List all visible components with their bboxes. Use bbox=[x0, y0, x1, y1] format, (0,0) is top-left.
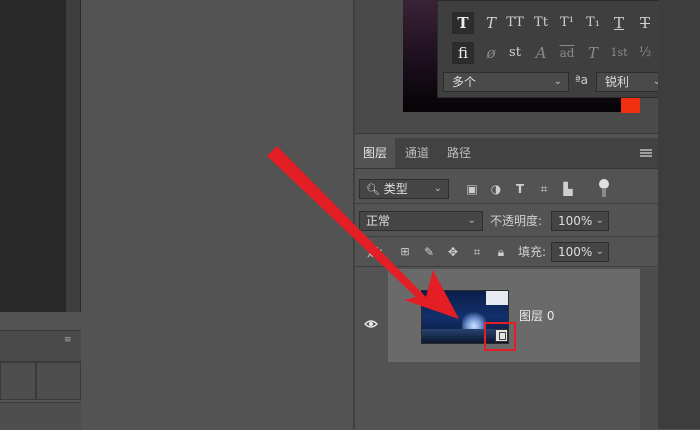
tab-paths[interactable]: 路径 bbox=[439, 138, 479, 168]
left-panel-cells bbox=[0, 362, 81, 402]
lock-transparent-icon[interactable]: ⊞ bbox=[399, 244, 411, 260]
left-panel-header: ≡ bbox=[0, 330, 81, 362]
smart-object-filter-icon[interactable]: ▙ bbox=[561, 181, 575, 197]
left-panel-cell[interactable] bbox=[36, 362, 81, 400]
contextual-alternates-button[interactable]: ø bbox=[480, 42, 502, 64]
superscript-button[interactable]: T¹ bbox=[556, 12, 578, 34]
left-panel-footer bbox=[0, 402, 81, 430]
layer-row[interactable]: 图层 0 bbox=[388, 269, 641, 362]
search-icon: 🔍︎ bbox=[366, 183, 380, 196]
chevron-down-icon: ⌄ bbox=[595, 215, 604, 226]
character-options-popup: T T TT Tt T¹ T₁ T T fi ø st A ad T 1st ½… bbox=[437, 0, 670, 98]
type-filter-icon[interactable]: T bbox=[513, 181, 527, 197]
fractions-button[interactable]: ½ bbox=[634, 42, 656, 64]
fill-label: 填充: bbox=[518, 245, 547, 259]
ordinals-button[interactable]: 1st bbox=[608, 42, 630, 64]
chevron-down-icon: ⌄ bbox=[433, 183, 442, 194]
lock-artboard-icon[interactable]: ⌗ bbox=[470, 244, 484, 260]
lock-label: 定: bbox=[367, 245, 384, 259]
opacity-value: 100% bbox=[558, 214, 593, 228]
right-panel-edge bbox=[658, 0, 700, 429]
layers-scrollbar[interactable] bbox=[640, 268, 658, 429]
opacity-input[interactable]: 100% ⌄ bbox=[551, 211, 609, 231]
layer-filter-select[interactable]: 🔍︎ 类型 ⌄ bbox=[359, 179, 449, 199]
tab-channels[interactable]: 通道 bbox=[397, 138, 437, 168]
standard-ligatures-button[interactable]: fi bbox=[452, 42, 474, 64]
strikethrough-button[interactable]: T bbox=[634, 12, 656, 34]
titling-alternates-button[interactable]: T bbox=[582, 42, 604, 64]
faux-italic-button[interactable]: T bbox=[480, 12, 502, 34]
divider bbox=[355, 266, 658, 267]
discretionary-ligatures-button[interactable]: st bbox=[504, 42, 526, 64]
underline-button[interactable]: T bbox=[608, 12, 630, 34]
chevron-down-icon: ⌄ bbox=[467, 215, 476, 226]
shape-filter-icon[interactable]: ⌗ bbox=[537, 181, 551, 197]
layer-filter-value: 类型 bbox=[383, 182, 408, 196]
panel-menu-icon[interactable]: ≡ bbox=[64, 336, 74, 345]
adjustment-filter-icon[interactable]: ◑ bbox=[489, 181, 503, 197]
blend-mode-select[interactable]: 正常 ⌄ bbox=[359, 211, 483, 231]
chevron-down-icon: ⌄ bbox=[595, 246, 604, 257]
layers-panel: 图层 通道 路径 🔍︎ 类型 ⌄ ▣ ◑ T ⌗ ▙ 正常 ⌄ 不透明度: 10… bbox=[355, 138, 658, 429]
document-canvas-area bbox=[0, 0, 66, 312]
panel-menu-icon[interactable] bbox=[640, 149, 652, 157]
all-caps-button[interactable]: TT bbox=[504, 12, 526, 34]
divider bbox=[355, 203, 658, 204]
tab-layers[interactable]: 图层 bbox=[355, 138, 396, 168]
layer-name[interactable]: 图层 0 bbox=[519, 308, 554, 324]
visibility-eye-icon[interactable] bbox=[364, 314, 378, 328]
anti-aliasing-icon: ªa bbox=[575, 73, 589, 87]
language-select[interactable]: 多个 ⌄ bbox=[443, 72, 569, 92]
fill-value: 100% bbox=[558, 245, 593, 259]
pixel-filter-icon[interactable]: ▣ bbox=[465, 181, 479, 197]
fill-input[interactable]: 100% ⌄ bbox=[551, 242, 609, 262]
canvas-scroll-edge bbox=[66, 0, 81, 312]
stylistic-alternates-button[interactable]: ad bbox=[556, 42, 578, 64]
blend-mode-value: 正常 bbox=[366, 214, 391, 228]
filter-toggle-icon[interactable] bbox=[599, 179, 609, 199]
small-caps-button[interactable]: Tt bbox=[530, 12, 552, 34]
lock-all-icon[interactable]: 🔒︎ bbox=[494, 244, 508, 260]
opacity-label: 不透明度: bbox=[490, 214, 543, 228]
annotation-highlight-box bbox=[484, 322, 516, 351]
chevron-down-icon: ⌄ bbox=[553, 76, 562, 87]
faux-bold-button[interactable]: T bbox=[452, 12, 474, 34]
lock-pixels-icon[interactable]: ✎ bbox=[423, 244, 435, 260]
left-panel-cell[interactable] bbox=[0, 362, 36, 400]
swash-button[interactable]: A bbox=[530, 42, 552, 64]
layers-tab-bar: 图层 通道 路径 bbox=[355, 138, 658, 169]
divider bbox=[355, 236, 658, 237]
lock-position-icon[interactable]: ✥ bbox=[446, 244, 460, 260]
subscript-button[interactable]: T₁ bbox=[582, 12, 604, 34]
anti-aliasing-value: 锐利 bbox=[605, 75, 630, 89]
language-select-value: 多个 bbox=[452, 75, 477, 89]
